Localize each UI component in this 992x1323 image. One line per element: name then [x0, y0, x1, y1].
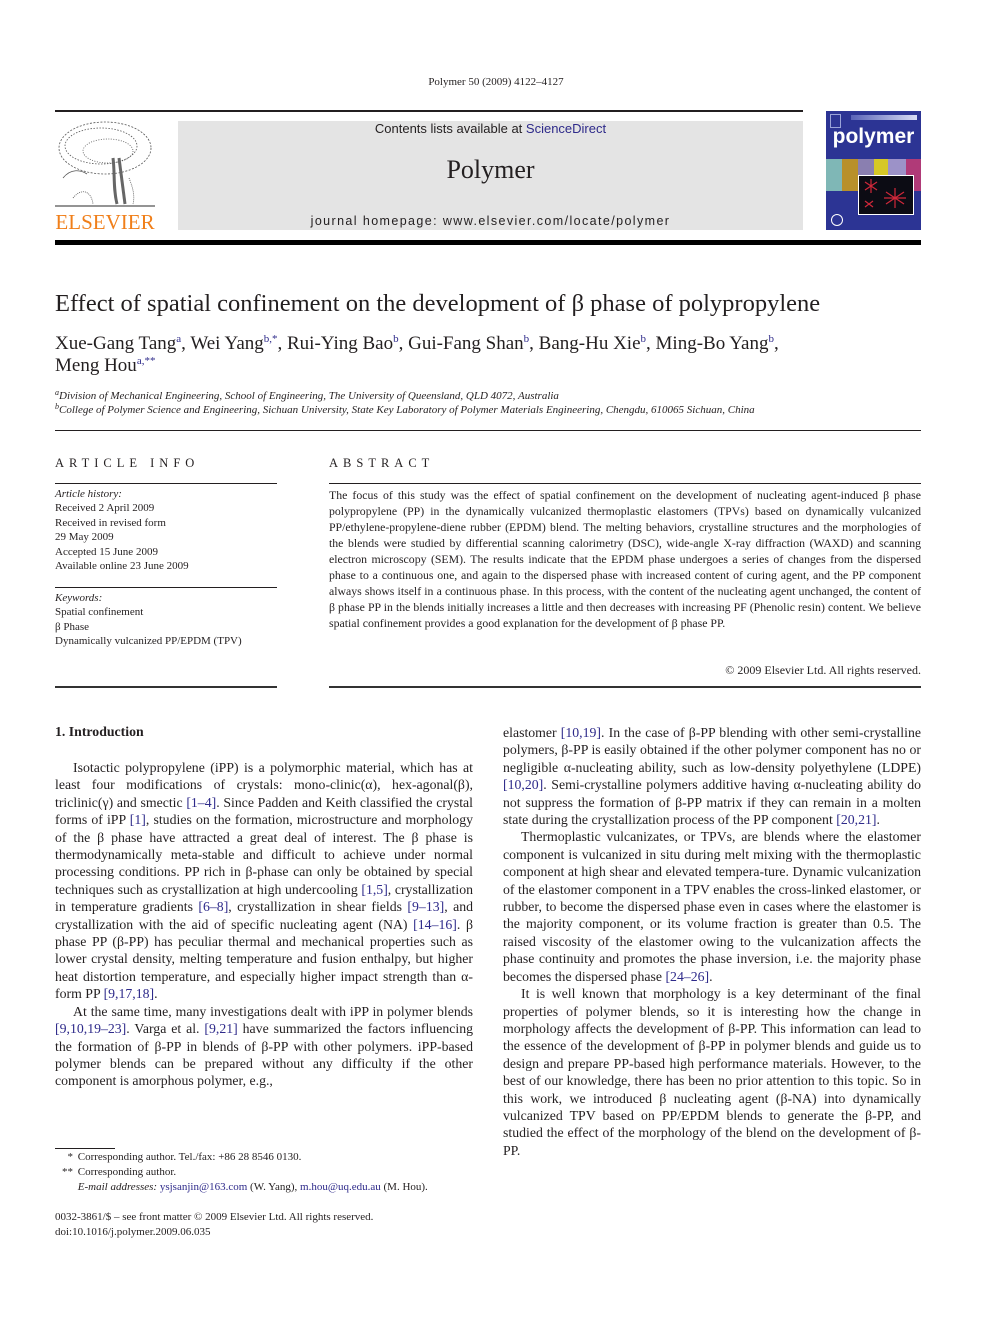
cover-badge-icon: [831, 214, 843, 226]
authors-line: Meng Houa,**: [55, 355, 155, 377]
title-divider: [55, 430, 921, 431]
history-item: Available online 23 June 2009: [55, 560, 189, 573]
contents-availability-line: Contents lists available at ScienceDirec…: [178, 121, 803, 136]
article-info-bottom-rule: [55, 686, 277, 688]
history-item: 29 May 2009: [55, 531, 114, 544]
article-info-heading: ARTICLE INFO: [55, 456, 200, 470]
keyword-item[interactable]: Dynamically vulcanized PP/EPDM (TPV): [55, 634, 277, 648]
abstract-heading: ABSTRACT: [329, 456, 435, 470]
article-title: Effect of spatial confinement on the dev…: [55, 290, 821, 317]
history-item: Received 2 April 2009: [55, 502, 155, 515]
citation-link[interactable]: [10,19]: [561, 725, 601, 740]
article-history: Article history: Received 2 April 2009 R…: [55, 487, 277, 573]
affiliation-a: aDivision of Mechanical Engineering, Sch…: [55, 388, 559, 402]
abstract-bottom-rule: [329, 686, 921, 688]
author-separator: ,: [529, 333, 539, 354]
citation-link[interactable]: [1,5]: [361, 882, 387, 897]
header-thick-rule: [55, 240, 921, 245]
journal-homepage[interactable]: journal homepage: www.elsevier.com/locat…: [178, 214, 803, 228]
article-info-divider: [55, 587, 277, 588]
journal-cover-image[interactable]: polymer: [826, 111, 921, 230]
body-paragraph: Isotactic polypropylene (iPP) is a polym…: [55, 760, 474, 1002]
citation-link[interactable]: [24–26]: [665, 969, 709, 984]
journal-citation: Polymer 50 (2009) 4122–4127: [428, 76, 564, 88]
article-info-divider: [55, 483, 277, 484]
body-column-left: Isotactic polypropylene (iPP) is a polym…: [55, 759, 473, 1090]
authors-line: Xue-Gang Tanga, Wei Yangb,*, Rui-Ying Ba…: [55, 333, 779, 355]
citation-link[interactable]: [1]: [130, 812, 146, 827]
affiliation-b: bCollege of Polymer Science and Engineer…: [55, 402, 755, 416]
cover-micrograph-1: [826, 159, 842, 191]
citation-link[interactable]: [6–8]: [198, 899, 228, 914]
author-separator: ,: [774, 333, 779, 354]
history-item: Received in revised form: [55, 516, 166, 529]
cover-inset-image: [858, 175, 914, 215]
citation-link[interactable]: [14–16]: [413, 917, 457, 932]
footnote-mark: **: [62, 1166, 73, 1178]
body-paragraph: At the same time, many investigations de…: [55, 1003, 473, 1089]
affiliation-text: Division of Mechanical Engineering, Scho…: [59, 390, 559, 402]
author-separator: ,: [398, 333, 409, 354]
author-name[interactable]: Gui-Fang Shan: [408, 333, 524, 354]
email-label: E-mail addresses:: [77, 1181, 160, 1193]
body-paragraph: Thermoplastic vulcanizates, or TPVs, are…: [503, 829, 921, 984]
footnote-mark: *: [67, 1151, 74, 1163]
abstract-copyright: © 2009 Elsevier Ltd. All rights reserved…: [725, 663, 921, 677]
author-separator: ,: [646, 333, 656, 354]
author-name[interactable]: Bang-Hu Xie: [539, 333, 641, 354]
abstract-divider: [329, 483, 921, 484]
citation-link[interactable]: [9–13]: [407, 899, 444, 914]
contents-prefix: Contents lists available at: [374, 121, 526, 136]
doi-line[interactable]: doi:10.1016/j.polymer.2009.06.035: [55, 1226, 211, 1238]
history-item: Accepted 15 June 2009: [55, 545, 158, 558]
email-owner: (M. Hou).: [380, 1181, 428, 1193]
email-link-hou[interactable]: m.hou@uq.edu.au: [300, 1181, 381, 1193]
author-affiliation-mark[interactable]: b,*: [264, 333, 278, 345]
elsevier-wordmark: ELSEVIER: [55, 210, 155, 234]
footnote-emails: E-mail addresses: ysjsanjin@163.com (W. …: [55, 1180, 428, 1195]
keyword-item[interactable]: Spatial confinement: [55, 605, 277, 619]
header-top-rule: [55, 110, 803, 112]
citation-link[interactable]: [10,20]: [503, 777, 543, 792]
email-link-yang[interactable]: ysjsanjin@163.com: [160, 1181, 247, 1193]
keywords: Keywords: Spatial confinement β Phase Dy…: [55, 591, 277, 649]
citation-link[interactable]: [9,10,19–23]: [55, 1021, 126, 1036]
author-separator: ,: [181, 333, 191, 354]
section-heading-introduction: 1. Introduction: [55, 724, 144, 739]
author-name[interactable]: Rui-Ying Bao: [287, 333, 393, 354]
author-separator: ,: [277, 333, 287, 354]
cover-micrograph-2: [842, 159, 858, 191]
issn-line: 0032-3861/$ – see front matter © 2009 El…: [55, 1211, 374, 1223]
body-paragraph: It is well known that morphology is a ke…: [503, 986, 921, 1158]
email-owner: (W. Yang),: [247, 1181, 301, 1193]
author-name[interactable]: Ming-Bo Yang: [656, 333, 769, 354]
footnote-rule: [55, 1148, 115, 1149]
keyword-item[interactable]: β Phase: [55, 620, 277, 634]
author-name[interactable]: Wei Yang: [190, 333, 263, 354]
affiliation-text: College of Polymer Science and Engineeri…: [59, 404, 755, 416]
author-affiliation-mark[interactable]: a,**: [137, 355, 156, 367]
body-paragraph: elastomer [10,19]. In the case of β-PP b…: [503, 725, 921, 828]
citation-link[interactable]: [9,21]: [204, 1021, 237, 1036]
citation-link[interactable]: [9,17,18]: [104, 986, 155, 1001]
abstract-text: The focus of this study was the effect o…: [329, 488, 921, 630]
citation-link[interactable]: [20,21]: [836, 812, 876, 827]
cover-gradient-bar: [851, 115, 917, 120]
footnote-corresponding-author-2: ** Corresponding author.: [55, 1165, 176, 1180]
footnote-text: Corresponding author. Tel./fax: +86 28 8…: [77, 1151, 302, 1163]
sciencedirect-link[interactable]: ScienceDirect: [526, 121, 606, 136]
keywords-label: Keywords:: [55, 592, 103, 604]
cover-title: polymer: [832, 125, 915, 148]
journal-name: Polymer: [446, 155, 535, 184]
citation-link[interactable]: [1–4]: [186, 795, 216, 810]
author-name[interactable]: Xue-Gang Tang: [55, 333, 176, 354]
body-column-right: elastomer [10,19]. In the case of β-PP b…: [503, 724, 921, 1159]
article-history-label: Article history:: [55, 488, 122, 500]
author-name[interactable]: Meng Hou: [55, 355, 137, 376]
footnote-text: Corresponding author.: [77, 1166, 177, 1178]
footnote-corresponding-author-1: * Corresponding author. Tel./fax: +86 28…: [55, 1150, 302, 1165]
